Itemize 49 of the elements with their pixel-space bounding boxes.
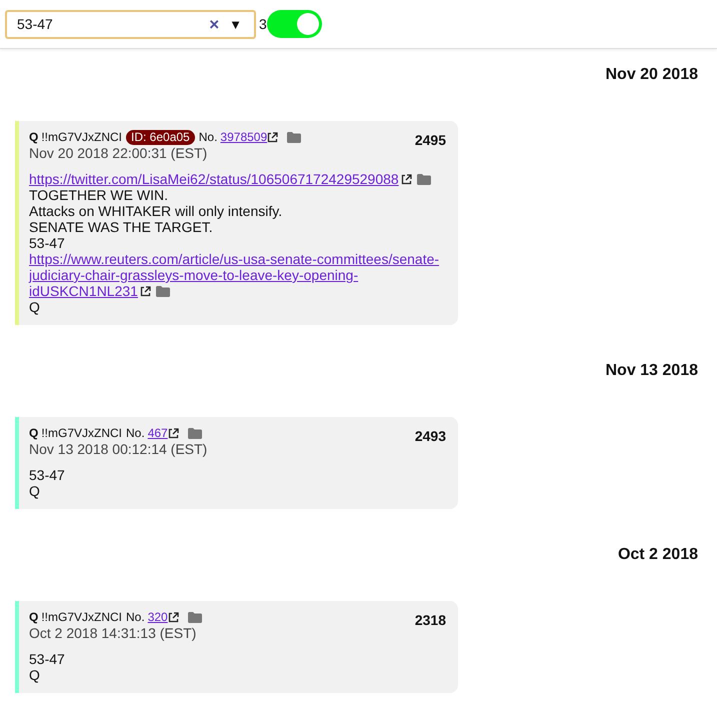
post-number-link[interactable]: 467 [148, 426, 168, 441]
external-link-icon[interactable] [140, 286, 151, 297]
post-text: Q [29, 299, 41, 315]
post-number-label: No. [126, 610, 145, 625]
date-heading: Nov 13 2018 [604, 362, 698, 380]
date-heading: Nov 20 2018 [604, 66, 698, 84]
poster-name: Q [29, 130, 38, 145]
id-badge: ID: 6e0a05 [126, 130, 195, 145]
post-link[interactable]: https://twitter.com/LisaMei62/status/1065067172429529088 [29, 171, 431, 187]
folder-icon[interactable] [188, 612, 202, 623]
poster-name: Q [29, 610, 38, 625]
post-number-link[interactable]: 3978509 [220, 130, 268, 145]
tripcode: !!mG7VJxZNCI [41, 610, 122, 625]
post-text: Attacks on WHITAKER will only intensify. [29, 203, 284, 219]
result-count: 3 [259, 16, 267, 32]
timestamp: Nov 20 2018 22:00:31 (EST) [29, 145, 208, 161]
search-field[interactable]: 53-47 × ▼ [5, 10, 256, 38]
clear-button[interactable]: × [209, 16, 220, 32]
tripcode: !!mG7VJxZNCI [41, 130, 122, 145]
date-heading: Oct 2 2018 [616, 546, 698, 564]
external-link-icon[interactable] [168, 612, 179, 623]
external-link-icon[interactable] [168, 428, 179, 439]
timestamp: Nov 13 2018 00:12:14 (EST) [29, 441, 208, 457]
post-text: Q [29, 483, 41, 499]
post-number-label: No. [198, 130, 218, 145]
post-link[interactable]: https://www.reuters.com/article/us-usa-senate-committees/senate-judiciary-chair-grassleys-move-to-leave-key-opening-idUSKCN1NL231 [29, 251, 446, 299]
post-text: 53-47 [29, 467, 66, 483]
post-text: 53-47 [29, 651, 66, 667]
post-text: Q [29, 667, 41, 683]
drop-number: 2493 [414, 428, 446, 444]
toggle-switch[interactable] [266, 10, 322, 38]
timestamp: Oct 2 2018 14:31:13 (EST) [29, 625, 198, 641]
folder-icon[interactable] [287, 132, 302, 143]
post-number-link[interactable]: 320 [148, 610, 168, 625]
folder-icon[interactable] [416, 174, 431, 185]
tripcode: !!mG7VJxZNCI [41, 426, 122, 441]
post-text: SENATE WAS THE TARGET. [29, 219, 214, 235]
post-text: 53-47 [29, 235, 66, 251]
poster-name: Q [29, 426, 38, 441]
drop-number: 2318 [414, 612, 446, 628]
folder-icon[interactable] [156, 286, 170, 297]
post-text: TOGETHER WE WIN. [29, 187, 169, 203]
drop-number: 2495 [414, 132, 446, 148]
dropdown-button[interactable]: ▼ [229, 18, 242, 30]
external-link-icon[interactable] [400, 174, 412, 185]
post-number-label: No. [126, 426, 145, 441]
external-link-icon[interactable] [267, 132, 278, 143]
search-value: 53-47 [17, 16, 54, 32]
folder-icon[interactable] [188, 428, 202, 439]
